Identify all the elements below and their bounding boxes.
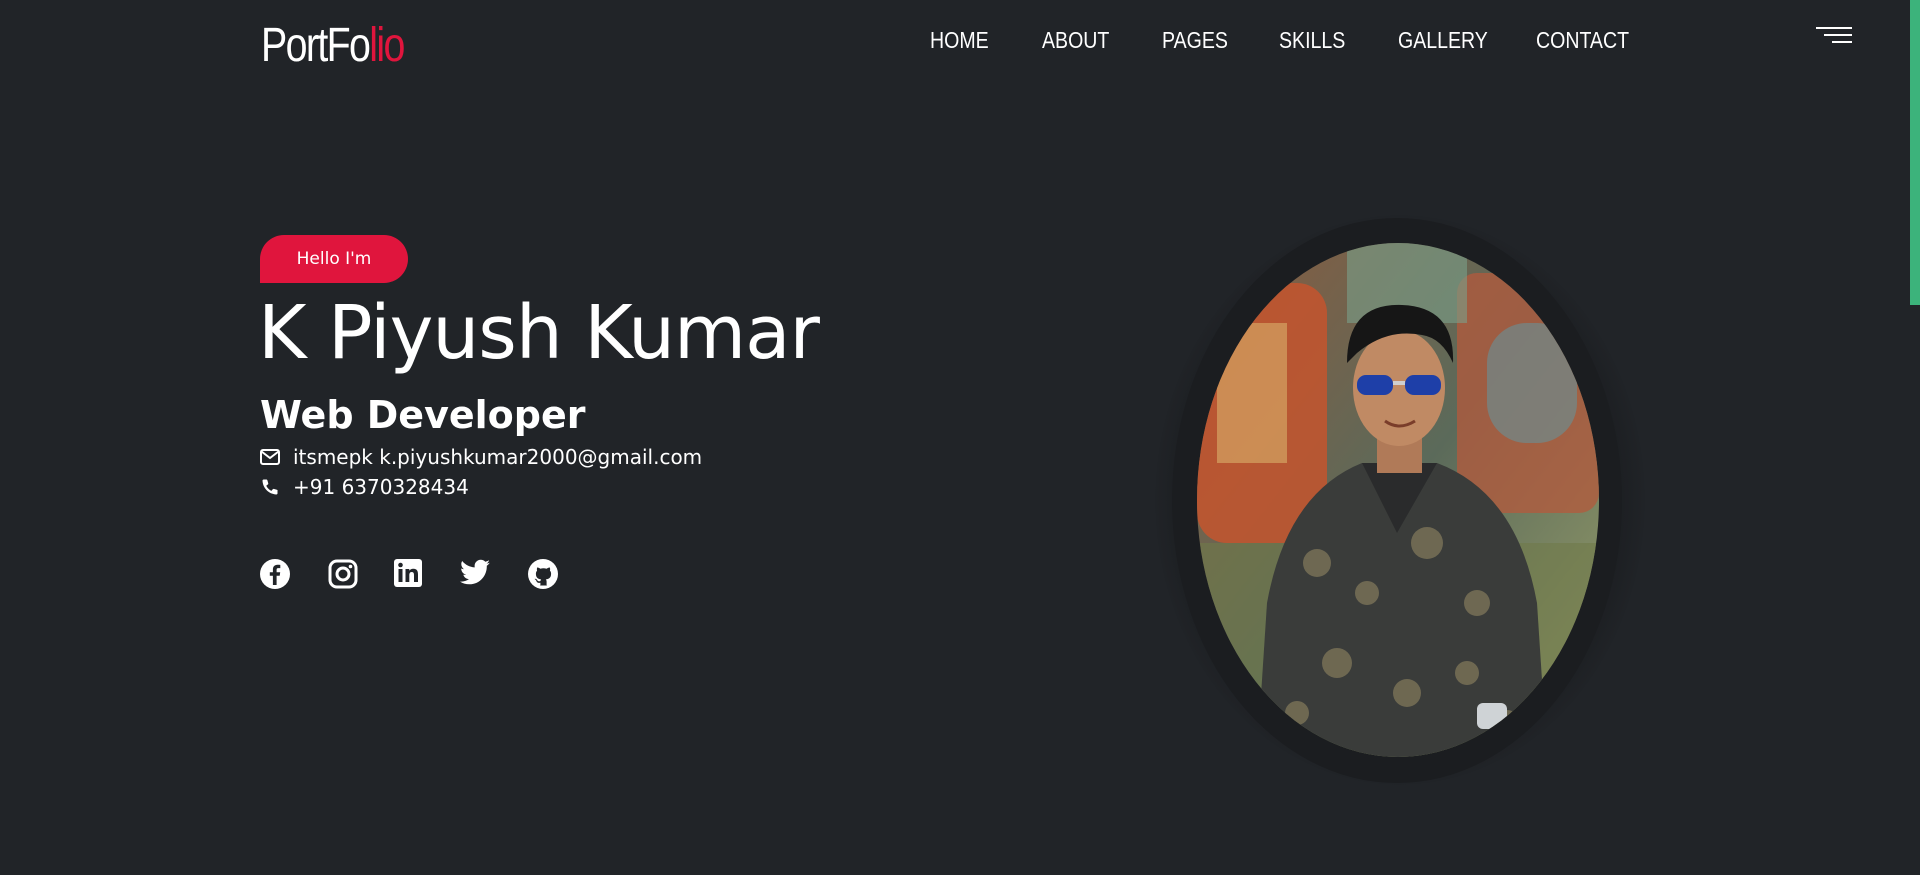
profile-photo: [1197, 243, 1599, 757]
logo-main: PortFo: [261, 19, 371, 72]
hero-name: K Piyush Kumar: [258, 290, 820, 376]
nav-contact[interactable]: CONTACT: [1536, 27, 1629, 54]
email-text: itsmepk k.piyushkumar2000@gmail.com: [293, 445, 703, 469]
hero-role: Web Developer: [260, 393, 586, 437]
scroll-progress-bar: [1910, 0, 1920, 305]
nav-home[interactable]: HOME: [930, 27, 989, 54]
github-icon[interactable]: [527, 558, 561, 592]
nav-about[interactable]: ABOUT: [1042, 27, 1109, 54]
instagram-icon[interactable]: [327, 558, 361, 592]
site-logo[interactable]: PortFolio: [261, 18, 405, 73]
facebook-icon[interactable]: [259, 558, 293, 592]
nav-pages[interactable]: PAGES: [1162, 27, 1228, 54]
nav-gallery[interactable]: GALLERY: [1398, 27, 1488, 54]
logo-accent: lio: [369, 19, 405, 72]
email-row[interactable]: itsmepk k.piyushkumar2000@gmail.com: [260, 445, 702, 469]
nav-skills[interactable]: SKILLS: [1279, 27, 1345, 54]
twitter-icon[interactable]: [458, 558, 492, 592]
greeting-badge: Hello I'm: [260, 235, 408, 283]
linkedin-icon[interactable]: [393, 558, 427, 592]
phone-icon: [260, 476, 282, 498]
hamburger-menu-icon[interactable]: [1814, 27, 1852, 49]
phone-text: +91 6370328434: [293, 475, 469, 499]
phone-row[interactable]: +91 6370328434: [260, 475, 469, 499]
envelope-icon: [260, 446, 282, 468]
